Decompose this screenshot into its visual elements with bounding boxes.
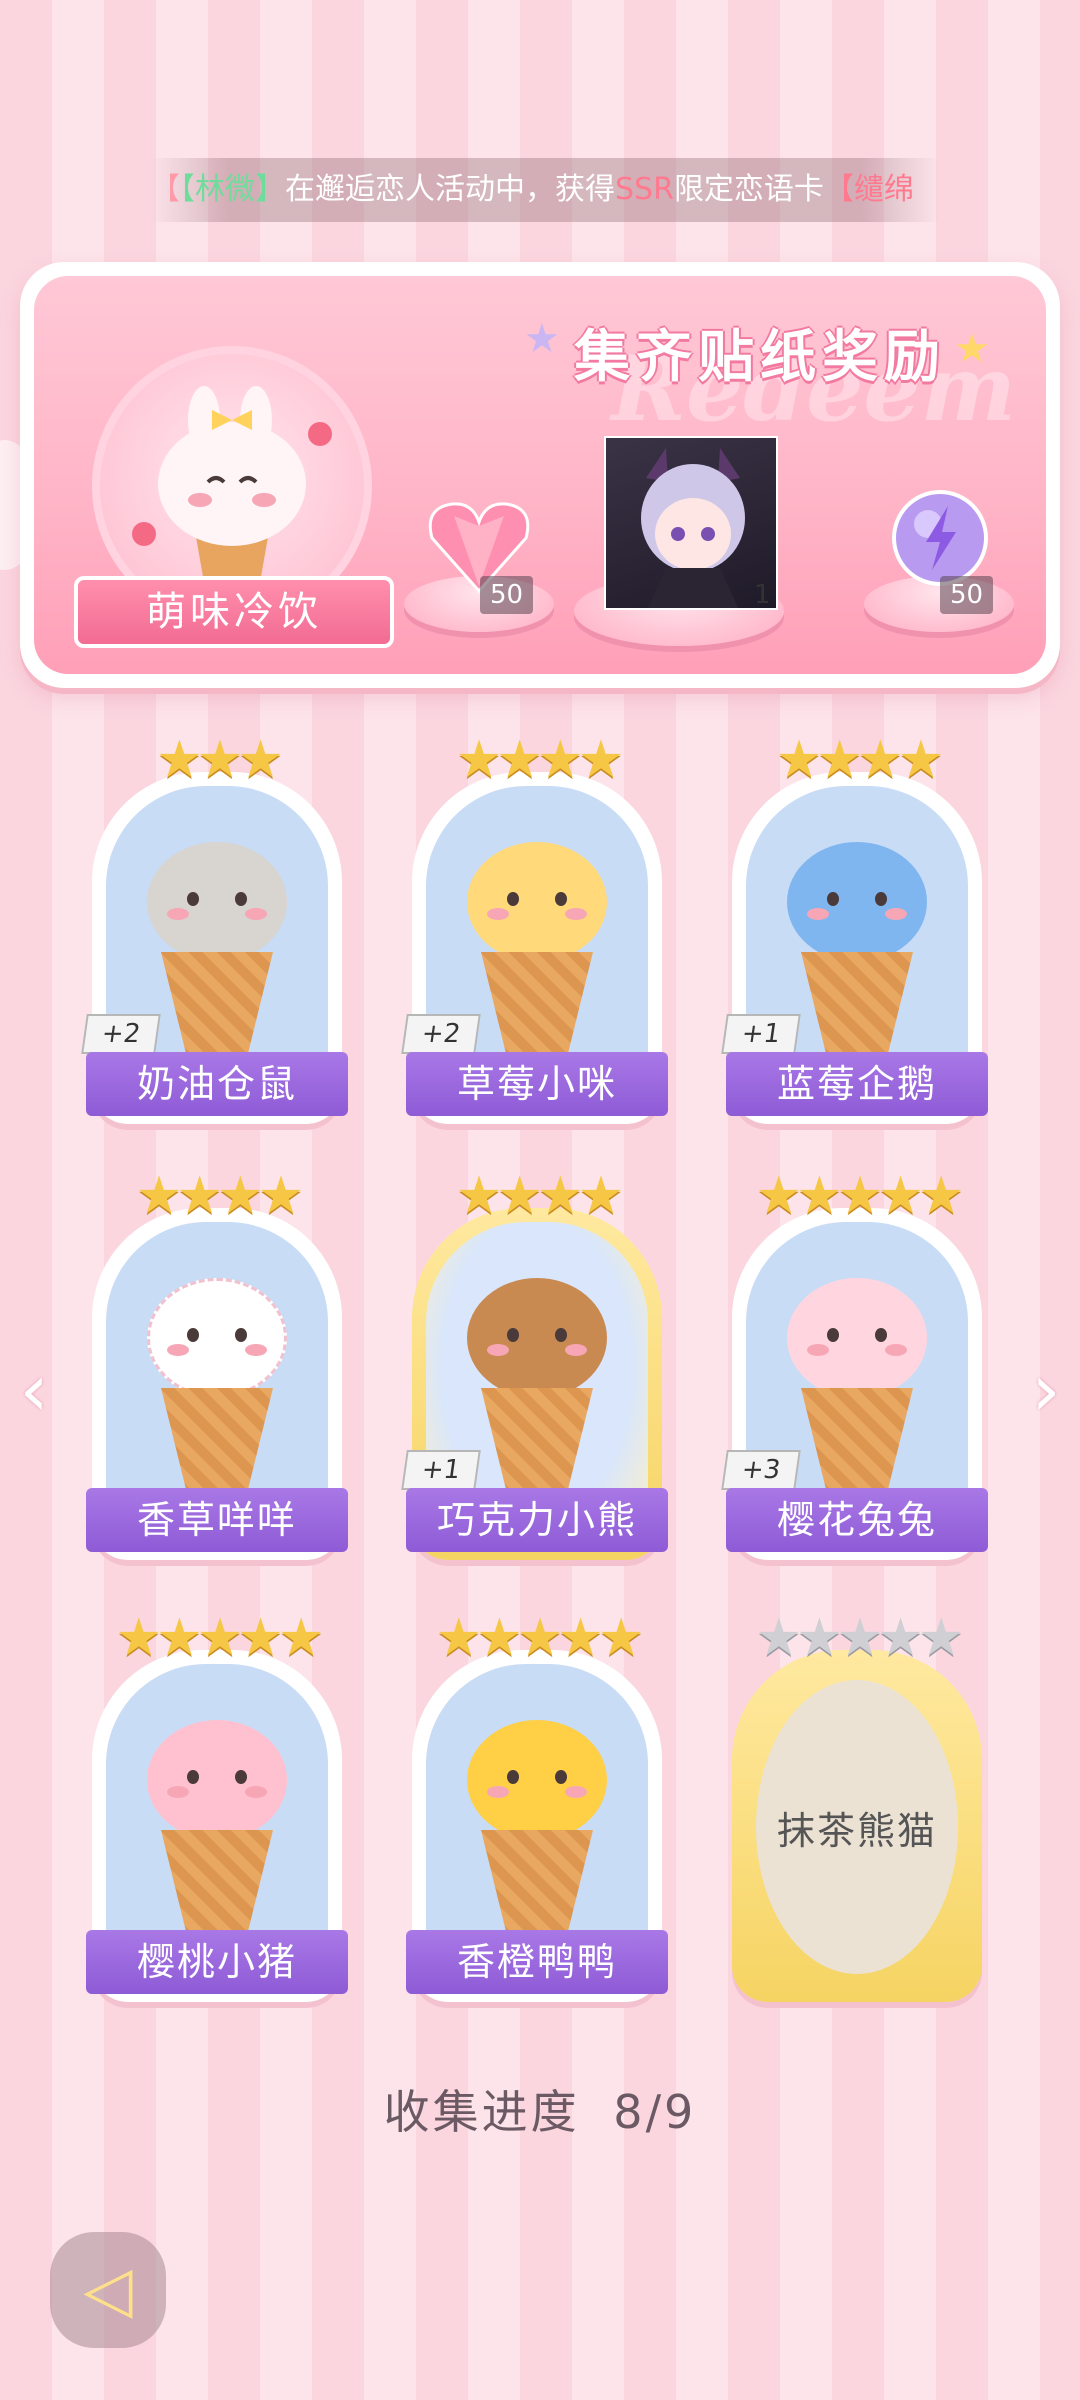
collection-progress: 收集进度 8/9 [0,2076,1080,2142]
reward-count: 50 [480,576,534,614]
duplicate-count-badge: +2 [401,1014,481,1054]
sticker-name: 巧克力小熊 [406,1488,668,1552]
sticker-name: 樱花兔兔 [726,1488,988,1552]
marquee-prefix: 【 [150,172,180,207]
reward-count: 50 [940,576,994,614]
sticker-name: 香草咩咩 [86,1488,348,1552]
banner-title: 集齐贴纸奖励 [574,325,946,390]
sheep-icecream-icon [127,1258,307,1508]
progress-value: 8/9 [613,2085,697,2139]
sticker-card[interactable]: ★★★★ +2 草莓小咪 [401,730,668,1124]
sticker-card[interactable]: ★★★★ +1 蓝莓企鹅 [721,730,988,1124]
star-decoration-icon: ★ [954,326,990,372]
marquee-player-name: 【林微】 [180,172,285,207]
pig-icecream-icon [127,1700,307,1950]
rarity-stars: ★★★★ [775,730,944,790]
rarity-stars: ★★★ [156,730,284,790]
rarity-stars: ★★★★★ [435,1608,644,1668]
sticker-card-locked[interactable]: ★★★★★ 抹茶熊猫 [732,1608,982,2002]
progress-label: 收集进度 [383,2085,580,2139]
marquee-text: 在邂逅恋人活动中，获得 [285,172,615,207]
sticker-card[interactable]: ★★★★ 香草咩咩 [86,1166,348,1560]
back-button[interactable]: ◁ [50,2232,166,2348]
duplicate-count-badge: +3 [721,1450,801,1490]
chevron-left-icon[interactable]: ‹ [10,1350,58,1430]
duck-icecream-icon [447,1700,627,1950]
rarity-stars: ★★★★★ [755,1166,964,1226]
sticker-card[interactable]: ★★★★★ +3 樱花兔兔 [721,1166,988,1560]
sticker-name: 香橙鸭鸭 [406,1930,668,1994]
broadcast-marquee: 【【林微】在邂逅恋人活动中，获得SSR限定恋语卡【缱绵 [150,158,940,222]
chevron-right-icon[interactable]: › [1022,1350,1070,1430]
sticker-name: 草莓小咪 [406,1052,668,1116]
locked-sticker-icon: 抹茶熊猫 [756,1680,958,1974]
reward-count: 1 [754,580,771,610]
sticker-name: 抹茶熊猫 [776,1808,937,1853]
rarity-stars: ★★★★ [455,1166,624,1226]
duplicate-count-badge: +1 [721,1014,801,1054]
reward-banner-inner: Redeem ★ ★ 集齐贴纸奖励 萌味冷饮 50 1 50 [34,276,1046,674]
sticker-card[interactable]: ★★★★★ 樱桃小猪 [86,1608,348,2002]
marquee-text-2: 限定恋语卡 [673,172,824,207]
back-arrow-icon: ◁ [83,2253,133,2327]
sticker-name: 奶油仓鼠 [86,1052,348,1116]
rarity-stars: ★★★★★ [755,1608,964,1668]
sticker-name: 蓝莓企鹅 [726,1052,988,1116]
set-name-ribbon: 萌味冷饮 [74,576,394,648]
sticker-card[interactable]: ★★★ +2 奶油仓鼠 [81,730,348,1124]
duplicate-count-badge: +2 [81,1014,161,1054]
rarity-stars: ★★★★ [135,1166,304,1226]
star-decoration-icon: ★ [524,316,560,362]
rarity-stars: ★★★★ [455,730,624,790]
marquee-card-name: 【缱绵 [823,172,914,207]
reward-banner: Redeem ★ ★ 集齐贴纸奖励 萌味冷饮 50 1 50 [20,262,1060,688]
marquee-rarity: SSR [615,172,674,207]
rarity-stars: ★★★★★ [115,1608,324,1668]
duplicate-count-badge: +1 [401,1450,481,1490]
purple-energy-orb-icon[interactable] [888,486,992,590]
sticker-name: 樱桃小猪 [86,1930,348,1994]
sticker-card[interactable]: ★★★★★ 香橙鸭鸭 [406,1608,668,2002]
sticker-card[interactable]: ★★★★ +1 巧克力小熊 [401,1166,668,1560]
